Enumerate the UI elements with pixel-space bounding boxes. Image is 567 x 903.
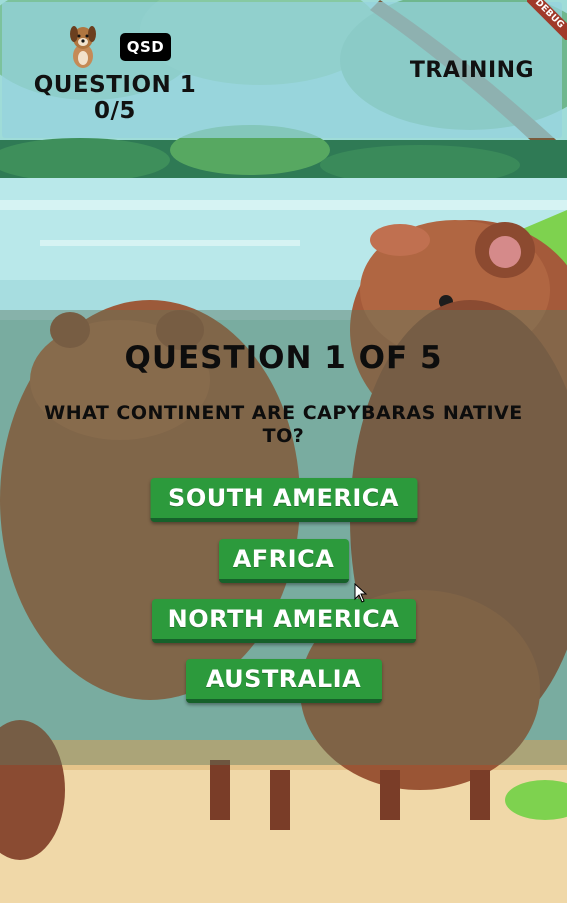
question-counter: QUESTION 1 0/5 bbox=[30, 72, 200, 124]
dog-avatar-icon bbox=[68, 24, 98, 68]
answer-button-south-america[interactable]: SOUTH AMERICA bbox=[150, 478, 417, 522]
debug-banner-label: DEBUG bbox=[527, 0, 567, 40]
answer-button-africa[interactable]: AFRICA bbox=[218, 539, 349, 583]
answer-button-north-america[interactable]: NORTH AMERICA bbox=[151, 599, 416, 643]
debug-banner: DEBUG bbox=[527, 0, 567, 40]
mode-label: TRAINING bbox=[409, 58, 535, 83]
mouse-cursor-icon bbox=[354, 583, 368, 603]
question-counter-label: QUESTION 1 bbox=[33, 72, 197, 98]
answer-button-australia[interactable]: AUSTRALIA bbox=[185, 659, 382, 703]
player-badge: QSD bbox=[120, 33, 171, 61]
quiz-panel: QUESTION 1 OF 5 WHAT CONTINENT ARE CAPYB… bbox=[0, 310, 567, 765]
score-progress: 0/5 bbox=[94, 98, 136, 124]
status-panel: QSD QUESTION 1 0/5 TRAINING bbox=[2, 2, 562, 138]
quiz-question: WHAT CONTINENT ARE CAPYBARAS NATIVE TO? bbox=[44, 402, 523, 447]
quiz-title: QUESTION 1 OF 5 bbox=[124, 340, 443, 376]
